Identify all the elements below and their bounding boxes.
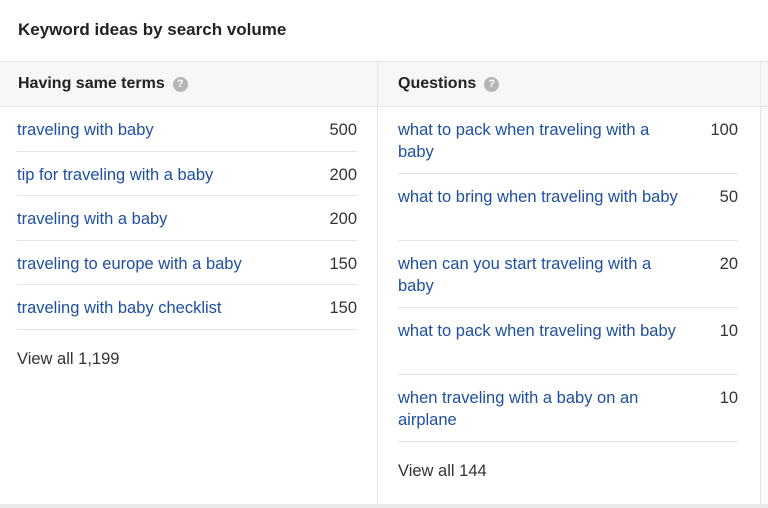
keyword-link[interactable]: what to pack when traveling with a baby [398,119,683,163]
keyword-ideas-panel: Keyword ideas by search volume Having sa… [0,0,768,508]
keyword-link[interactable]: what to bring when traveling with baby [398,186,683,208]
questions-header: Questions ? [378,62,760,107]
keyword-row: tip for traveling with a baby 200 [17,152,357,197]
search-volume: 200 [329,210,357,229]
help-icon[interactable]: ? [172,76,188,92]
view-all-same-terms-link[interactable]: View all 1,199 [17,350,357,369]
same-terms-header-label: Having same terms [18,75,165,92]
keyword-grid: Having same terms ? traveling with baby … [0,61,768,505]
keyword-row: traveling with baby checklist 150 [17,285,357,330]
questions-header-label: Questions [398,75,477,92]
keyword-row: what to bring when traveling with baby 5… [398,174,738,241]
keyword-row: what to pack when traveling with baby 10 [398,308,738,375]
keyword-row: what to pack when traveling with a baby … [398,107,738,174]
view-all-questions-link[interactable]: View all 144 [398,462,738,481]
next-column-header [761,62,768,107]
search-volume: 150 [329,299,357,318]
keyword-row: traveling with baby 500 [17,107,357,152]
search-volume: 200 [329,165,357,184]
search-volume: 10 [719,322,738,340]
search-volume: 50 [719,188,738,206]
search-volume: 10 [719,389,738,407]
keyword-row: traveling with a baby 200 [17,196,357,241]
keyword-row: traveling to europe with a baby 150 [17,241,357,286]
same-terms-column: Having same terms ? traveling with baby … [0,62,377,505]
questions-list: what to pack when traveling with a baby … [378,107,760,481]
next-column-edge [760,62,768,505]
same-terms-header: Having same terms ? [0,62,377,107]
keyword-link[interactable]: traveling to europe with a baby [17,253,242,275]
questions-column: Questions ? what to pack when traveling … [377,62,760,505]
same-terms-list: traveling with baby 500 tip for travelin… [0,107,377,369]
keyword-link[interactable]: when traveling with a baby on an airplan… [398,387,683,431]
keyword-link[interactable]: traveling with baby [17,119,154,141]
keyword-row: when can you start traveling with a baby… [398,241,738,308]
keyword-link[interactable]: tip for traveling with a baby [17,164,213,186]
panel-title: Keyword ideas by search volume [18,20,287,39]
panel-bottom-border [0,504,768,508]
keyword-link[interactable]: when can you start traveling with a baby [398,253,683,297]
keyword-row: when traveling with a baby on an airplan… [398,375,738,442]
search-volume: 500 [329,121,357,139]
keyword-link[interactable]: traveling with baby checklist [17,297,222,319]
search-volume: 20 [719,255,738,273]
search-volume: 100 [710,121,738,139]
search-volume: 150 [329,254,357,273]
keyword-link[interactable]: what to pack when traveling with baby [398,320,683,342]
help-icon[interactable]: ? [484,76,500,92]
keyword-link[interactable]: traveling with a baby [17,208,167,230]
